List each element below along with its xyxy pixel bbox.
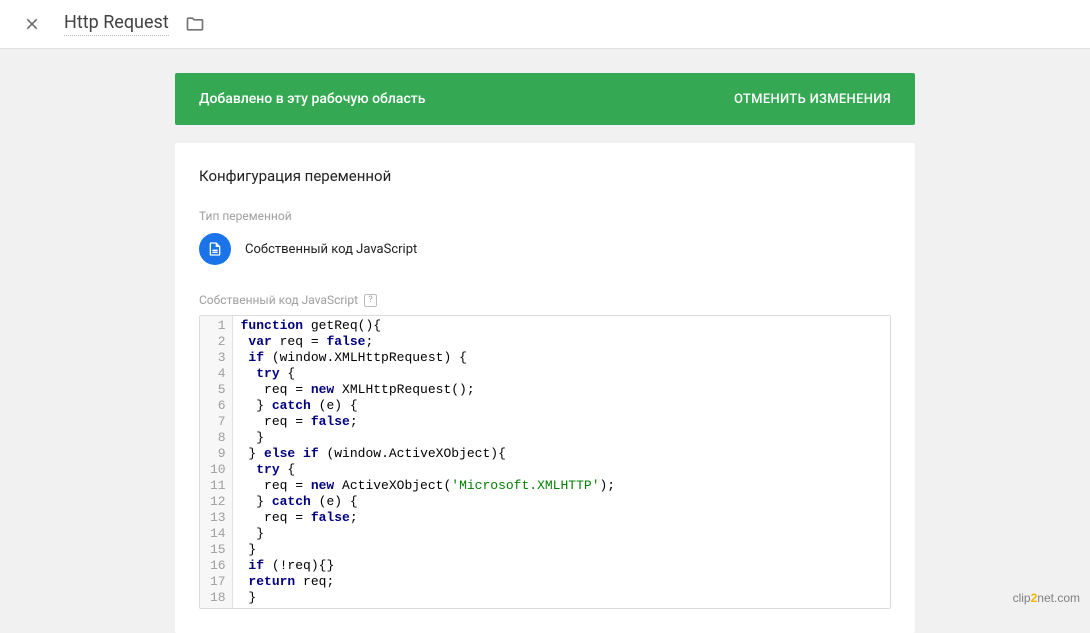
variable-type-row[interactable]: Собственный код JavaScript — [199, 233, 891, 265]
banner-message: Добавлено в эту рабочую область — [199, 91, 425, 107]
variable-config-card: Конфигурация переменной Тип переменной С… — [175, 143, 915, 633]
folder-icon[interactable] — [185, 14, 205, 34]
document-icon — [199, 233, 231, 265]
undo-changes-button[interactable]: ОТМЕНИТЬ ИЗМЕНЕНИЯ — [734, 92, 891, 107]
watermark: clip2net.com — [1013, 591, 1080, 605]
help-icon[interactable]: ? — [364, 294, 377, 307]
header-bar: Http Request — [0, 0, 1090, 49]
code-editor[interactable]: 123456789101112131415161718 function get… — [199, 315, 891, 609]
close-icon[interactable] — [20, 12, 44, 36]
code-label-text: Собственный код JavaScript — [199, 293, 358, 307]
code-body[interactable]: function getReq(){ var req = false; if (… — [233, 316, 624, 608]
card-title: Конфигурация переменной — [199, 167, 891, 185]
variable-type-name: Собственный код JavaScript — [245, 242, 417, 257]
line-gutter: 123456789101112131415161718 — [200, 316, 233, 608]
status-banner: Добавлено в эту рабочую область ОТМЕНИТЬ… — [175, 73, 915, 125]
code-field-label: Собственный код JavaScript ? — [199, 293, 891, 307]
page-title[interactable]: Http Request — [64, 12, 169, 36]
type-label: Тип переменной — [199, 209, 891, 223]
